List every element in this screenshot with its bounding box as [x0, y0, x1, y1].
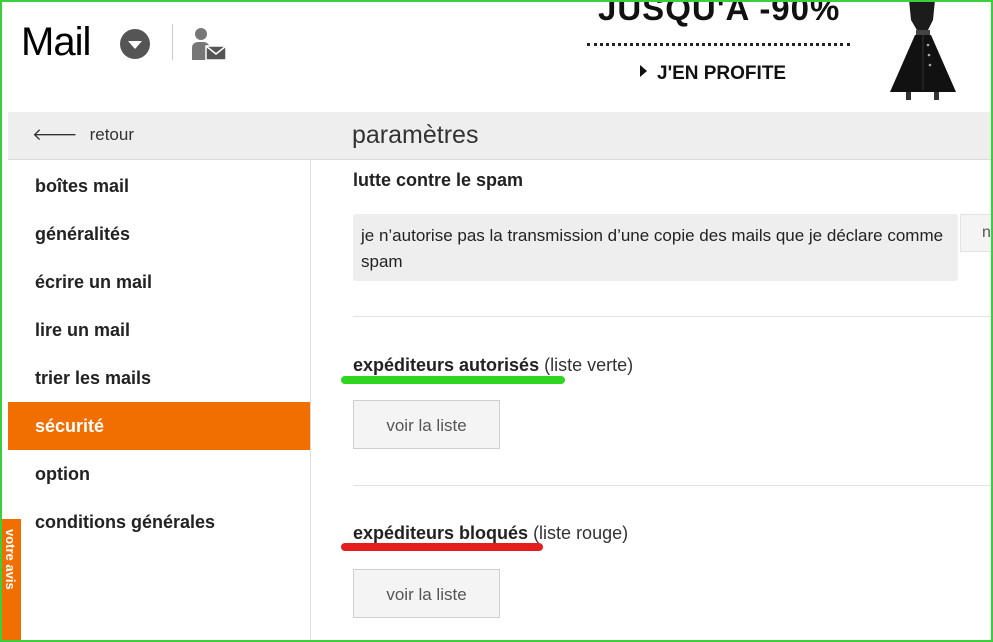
green-highlight-underline	[341, 376, 565, 384]
back-label: retour	[89, 125, 135, 144]
feedback-tab-label: votre avis	[3, 529, 18, 590]
sidebar-item-securite[interactable]: sécurité	[8, 402, 310, 450]
sidebar-item-lire-un-mail[interactable]: lire un mail	[8, 306, 310, 354]
ad-dress-image[interactable]	[878, 0, 968, 100]
header-divider	[172, 24, 173, 60]
ad-dotted-divider	[587, 43, 850, 46]
sidebar-item-boites-mail[interactable]: boîtes mail	[8, 162, 310, 210]
sidebar-item-ecrire-un-mail[interactable]: écrire un mail	[8, 258, 310, 306]
section-title-spam: lutte contre le spam	[353, 170, 524, 190]
view-whitelist-button[interactable]: voir la liste	[353, 400, 500, 449]
sidebar-item-option[interactable]: option	[8, 450, 310, 498]
ad-cta-link[interactable]: J'EN PROFITE	[640, 63, 786, 85]
app-logo[interactable]: Mail	[21, 20, 91, 65]
blacklist-label: expéditeurs bloqués	[353, 523, 529, 543]
settings-toolbar: 🡐 retour paramètres	[8, 112, 993, 160]
sidebar-item-conditions-generales[interactable]: conditions générales	[8, 498, 310, 546]
ad-cta-label: J'EN PROFITE	[657, 63, 787, 84]
back-button[interactable]: 🡐 retour	[32, 125, 134, 145]
blacklist-qualifier: (liste rouge)	[533, 523, 629, 543]
play-triangle-icon	[640, 65, 647, 77]
settings-sidebar: boîtes mail généralités écrire un mail l…	[8, 160, 311, 642]
feedback-tab[interactable]: votre avis	[0, 519, 21, 642]
arrow-left-icon: 🡐	[32, 125, 78, 144]
red-highlight-underline	[341, 543, 543, 551]
spam-option-text: je n’autorise pas la transmission d’une …	[353, 214, 958, 281]
blacklist-title: expéditeurs bloqués (liste rouge)	[353, 523, 628, 544]
chevron-down-icon[interactable]	[120, 29, 150, 59]
view-blacklist-button[interactable]: voir la liste	[353, 569, 500, 618]
divider	[353, 485, 993, 486]
sidebar-item-trier-les-mails[interactable]: trier les mails	[8, 354, 310, 402]
whitelist-title: expéditeurs autorisés (liste verte)	[353, 355, 633, 376]
page-title: paramètres	[352, 121, 479, 149]
contacts-icon[interactable]	[189, 26, 229, 64]
whitelist-qualifier: (liste verte)	[544, 355, 634, 375]
sidebar-item-generalites[interactable]: généralités	[8, 210, 310, 258]
ad-promo-text[interactable]: JUSQU'A -90%	[598, 0, 840, 28]
whitelist-label: expéditeurs autorisés	[353, 355, 540, 375]
divider	[353, 316, 993, 317]
spam-option-toggle[interactable]: n	[960, 214, 993, 252]
